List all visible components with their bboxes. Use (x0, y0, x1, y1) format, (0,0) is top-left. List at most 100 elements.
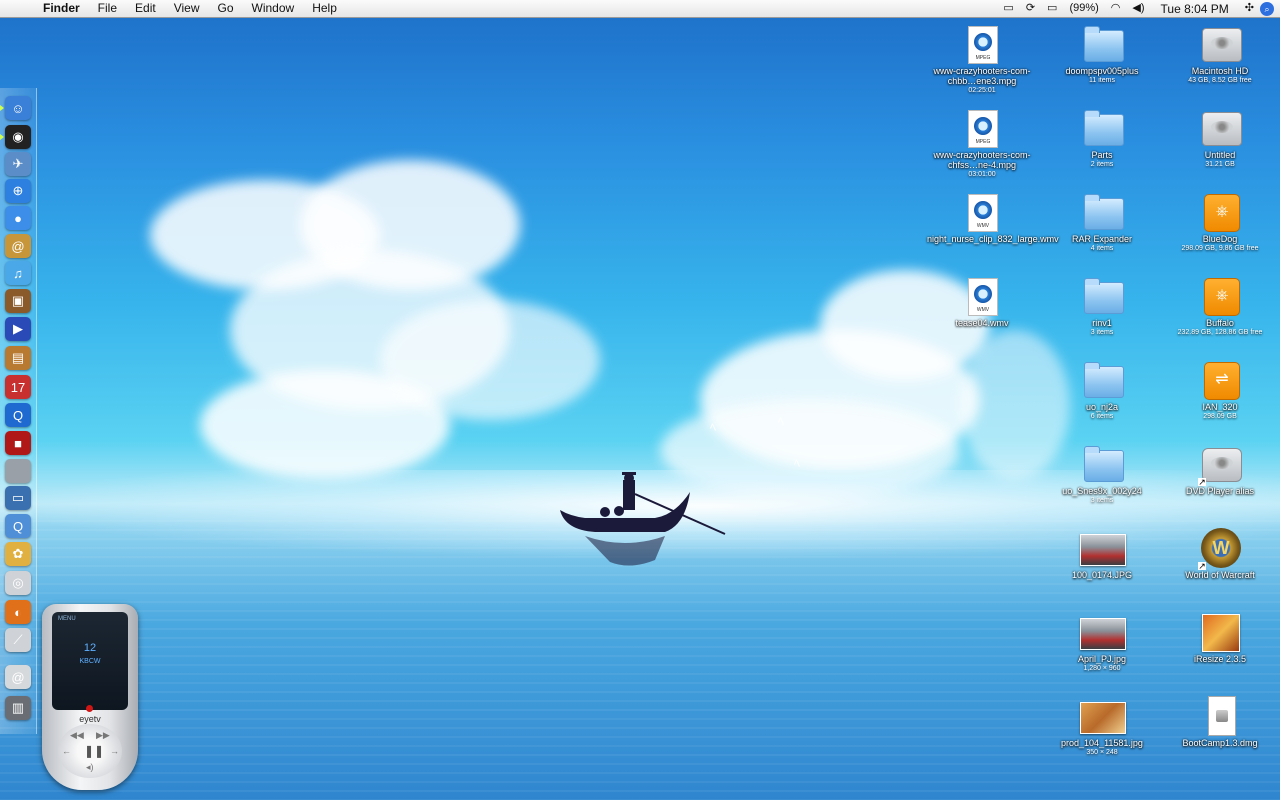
desktop-icon-photo[interactable]: April_PJ.jpg 1,280 × 960 (1047, 612, 1157, 673)
remote-desktop-icon[interactable]: ▭ (5, 486, 31, 510)
eyetv-remote-widget[interactable]: MENU 12 KBCW eyetv ◀◀ ▶▶ ← ❚❚ → ◂) (42, 604, 138, 790)
desktop-icon-usb[interactable]: ⇌ IAN_320 298.09 GB (1165, 360, 1275, 421)
volume-icon[interactable]: ◀) (1126, 0, 1150, 17)
desktop-icon-folder[interactable]: Parts 2 items (1047, 108, 1157, 169)
remote-menu-label[interactable]: MENU (58, 616, 76, 622)
desktop-icon-folder[interactable]: uo_Snes9x_002y24 3 items (1047, 444, 1157, 505)
quicktime-icon[interactable]: Q (5, 403, 31, 427)
mail-stamp-icon[interactable]: ✈ (5, 152, 31, 176)
itunes-icon[interactable]: ♫ (5, 261, 31, 285)
iphoto-icon[interactable]: ▣ (5, 289, 31, 313)
desktop-icon-info: 3 items (1090, 497, 1114, 504)
desktop-icon-label: April_PJ.jpg (1077, 654, 1127, 664)
desktop-icon-folder[interactable]: uo_nj2a 6 items (1047, 360, 1157, 421)
spotlight-search-icon[interactable]: ⌕ (1260, 1, 1274, 16)
next-icon[interactable]: → (110, 746, 119, 756)
photo2-icon (1080, 696, 1126, 736)
desktop-icon-photo[interactable]: 100_0174.JPG (1047, 528, 1157, 580)
desktop-icon-info: 3 items (1090, 329, 1114, 336)
desktop-icon-label: IAN_320 (1202, 402, 1238, 412)
desktop-icon-label: www-crazyhooters-com-chfss…ne-4.mpg (933, 150, 1031, 170)
flix-icon[interactable]: ■ (5, 431, 31, 455)
imovie-icon[interactable]: ▶ (5, 317, 31, 341)
menu-clock[interactable]: Tue 8:04 PM (1151, 2, 1239, 16)
menu-edit[interactable]: Edit (126, 0, 165, 17)
wmv-icon: WMV (964, 192, 1000, 232)
desktop-icon-label: RAR Expander (1071, 234, 1133, 244)
battery-icon[interactable]: ▭ (1041, 0, 1063, 17)
desktop-icon-folder[interactable]: RAR Expander 4 items (1047, 192, 1157, 253)
trash-icon[interactable]: ▥ (5, 696, 31, 720)
desktop-icon-label: BlueDog (1202, 234, 1238, 244)
ical-icon[interactable]: 17 (5, 375, 31, 399)
desktop-icon-dmg[interactable]: BootCamp1.3.dmg (1165, 696, 1275, 748)
fastforward-icon[interactable]: ▶▶ (96, 730, 110, 741)
desktop-icon-info: 43 GB, 8.52 GB free (1188, 77, 1252, 84)
remote-channel: 12 (83, 642, 97, 654)
desktop-icon-info: 4 items (1090, 245, 1114, 252)
desktop-icon-info: 02:25:01 (968, 87, 996, 94)
desktop-icon-mpeg[interactable]: MPEG www-crazyhooters-com-chbb…ene3.mpg 02… (927, 24, 1037, 95)
chat-status-icon[interactable]: ▭ (997, 0, 1019, 17)
menu-help[interactable]: Help (303, 0, 346, 17)
desktop-icon-folder[interactable]: rinv1 3 items (1047, 276, 1157, 337)
desktop-icon-mpeg[interactable]: MPEG www-crazyhooters-com-chfss…ne-4.mpg 0… (927, 108, 1037, 179)
menu-bar: Finder File Edit View Go Window Help ▭ ⟳… (0, 0, 1280, 18)
finder-icon[interactable]: ☺ (5, 96, 31, 120)
desktop-icon-wmv[interactable]: WMV tease04.wmv (927, 276, 1037, 328)
remote-screen: MENU 12 KBCW (52, 612, 128, 710)
desktop-icon-app[interactable]: iResize 2.3.5 (1165, 612, 1275, 664)
desktop-icon-wmv[interactable]: WMV night_nurse_clip_832_large.wmv (927, 192, 1059, 244)
address-book-icon[interactable]: @ (5, 234, 31, 258)
disk-icon (1202, 24, 1242, 64)
photo-album-icon[interactable]: ▤ (5, 346, 31, 370)
desktop-icon-wow[interactable]: W ↗ World of Warcraft (1165, 528, 1275, 580)
menu-window[interactable]: Window (243, 0, 304, 17)
downloads-stack-icon[interactable]: @ (5, 665, 31, 689)
pause-icon[interactable]: ❚❚ (84, 744, 104, 758)
volume-down-icon[interactable]: ◂) (86, 762, 94, 773)
gondola-silhouette (560, 472, 726, 566)
remote-control-pad[interactable]: ◀◀ ▶▶ ← ❚❚ → ◂) (58, 724, 122, 778)
desktop-icon-label: prod_104_11581.jpg (1061, 738, 1143, 748)
utility-icon[interactable]: ⟋ (5, 628, 31, 652)
desktop-icon-ext[interactable]: ⎈ Buffalo 232.89 GB, 128.86 GB free (1165, 276, 1275, 337)
quicktime-player-icon[interactable]: Q (5, 514, 31, 538)
desktop-icon-disk[interactable]: Untitled 31.21 GB (1165, 108, 1275, 169)
sync-icon[interactable]: ⟳ (1020, 0, 1041, 17)
dvd-player-icon[interactable]: ◎ (5, 571, 31, 595)
bluetooth-icon[interactable]: ✣ (1239, 0, 1260, 17)
dvd-icon: ↗ (1198, 444, 1242, 487)
menu-app-finder[interactable]: Finder (34, 0, 89, 17)
desktop-icon-label: doompspv005plus (1065, 66, 1139, 76)
popcorn-icon[interactable]: ✿ (5, 542, 31, 566)
desktop-icon-dvd[interactable]: ↗ DVD Player alias (1165, 444, 1275, 496)
desktop-icon-photo2[interactable]: prod_104_11581.jpg 350 × 248 (1047, 696, 1157, 757)
desktop-icon-folder[interactable]: doompspv005plus 11 items (1047, 24, 1157, 85)
wmv-icon: WMV (964, 276, 1000, 316)
battery-percent[interactable]: (99%) (1063, 0, 1104, 17)
desktop-icon-info: 298.09 GB (1203, 413, 1237, 420)
mpeg-icon: MPEG (964, 108, 1000, 148)
disk-icon (1202, 108, 1242, 148)
menu-view[interactable]: View (165, 0, 209, 17)
remote-callsign: KBCW (79, 658, 101, 665)
ichat-icon[interactable]: ● (5, 206, 31, 230)
desktop-icon-info: 6 items (1090, 413, 1114, 420)
safari-icon[interactable]: ⊕ (5, 179, 31, 203)
record-button[interactable] (86, 705, 93, 712)
desktop-icon-label: 100_0174.JPG (1071, 570, 1133, 580)
running-indicator (0, 105, 4, 111)
menu-file[interactable]: File (89, 0, 126, 17)
system-prefs-icon[interactable] (5, 459, 31, 483)
firefox-icon[interactable]: ◐ (5, 600, 31, 624)
dashboard-icon[interactable]: ◉ (5, 125, 31, 149)
menu-go[interactable]: Go (209, 0, 243, 17)
desktop-icon-disk[interactable]: Macintosh HD 43 GB, 8.52 GB free (1165, 24, 1275, 85)
prev-icon[interactable]: ← (62, 746, 71, 756)
desktop-icon-info: 2 items (1090, 161, 1114, 168)
rewind-icon[interactable]: ◀◀ (70, 730, 84, 741)
desktop-icon-info: 31.21 GB (1205, 161, 1235, 168)
desktop-icon-ext[interactable]: ⎈ BlueDog 298.09 GB, 9.86 GB free (1165, 192, 1275, 253)
wifi-icon[interactable]: ◠ (1105, 0, 1127, 17)
